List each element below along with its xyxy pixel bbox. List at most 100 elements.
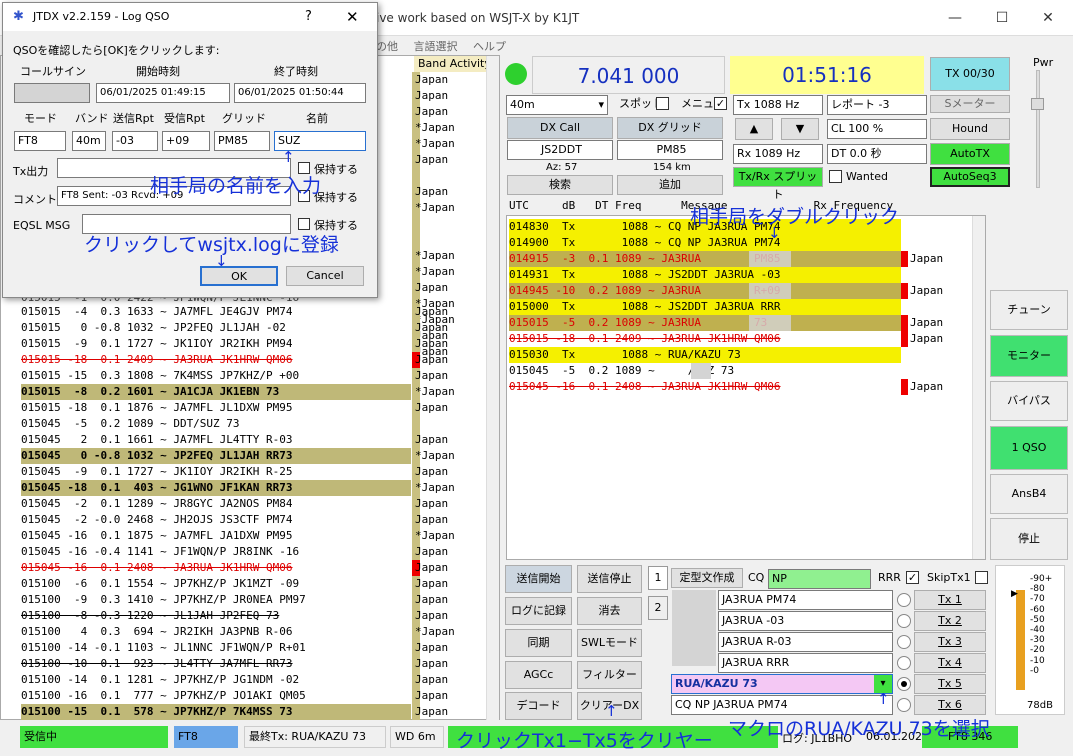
band-row[interactable]: 015100 -6 0.1 1554 ~ JP7KHZ/P JK1MZT -09 xyxy=(21,576,411,592)
maximize-icon[interactable]: ☐ xyxy=(987,6,1017,30)
keep-eqsl-checkbox[interactable] xyxy=(298,218,310,230)
tx-button[interactable]: Tx 2 xyxy=(914,611,986,631)
rx-row[interactable]: 014931 Tx 1088 ~ JS2DDT JA3RUA -03 xyxy=(509,267,901,283)
menu-item-other[interactable]: の他 xyxy=(376,40,398,53)
band-row[interactable]: 015015 0 -0.8 1032 ~ JP2FEQ JL1JAH -02 xyxy=(21,320,411,336)
rx-row[interactable]: 015045 -16 0.1 2408 ~ JA3RUA JK1HRW QM06 xyxy=(509,379,901,395)
band-row[interactable]: 015045 -2 0.1 1289 ~ JR8GYC JA2NOS PM84 xyxy=(21,496,411,512)
power-slider[interactable] xyxy=(1036,70,1040,188)
cancel-button[interactable]: Cancel xyxy=(286,266,364,286)
rcvd-rpt-field[interactable]: +09 xyxy=(162,131,210,151)
tx-radio[interactable] xyxy=(897,656,911,670)
tx-radio[interactable] xyxy=(897,593,911,607)
dx-call-button[interactable]: DX Call xyxy=(507,117,613,139)
tx-button[interactable]: Tx 3 xyxy=(914,632,986,652)
dt-spinbox[interactable]: DT 0.0 秒 xyxy=(827,144,927,164)
band-row[interactable]: 015100 -10 0.1 923 ~ JL4TTY JA7MFL RR73 xyxy=(21,656,411,672)
band-row[interactable]: 015015 -15 0.3 1808 ~ 7K4MSS JP7KHZ/P +0… xyxy=(21,368,411,384)
band-row[interactable]: 015100 -8 -0.3 1220 ~ JL1JAH JP2FEQ 73 xyxy=(21,608,411,624)
tune-button[interactable]: チューン xyxy=(990,290,1068,330)
band-row[interactable]: 015045 -18 0.1 403 ~ JG1WNO JF1KAN RR73 xyxy=(21,480,411,496)
log-qso-button[interactable]: ログに記録 xyxy=(505,597,572,625)
band-row[interactable]: 015100 -15 0.1 578 ~ JP7KHZ/P 7K4MSS 73 xyxy=(21,704,411,720)
minimize-icon[interactable]: — xyxy=(940,6,970,30)
decode-button[interactable]: デコード xyxy=(505,692,572,720)
callsign-field[interactable] xyxy=(14,83,90,103)
tx-radio[interactable] xyxy=(897,635,911,649)
rx-row[interactable]: 015030 Tx 1088 ~ RUA/KAZU 73 xyxy=(509,347,901,363)
tx-counter-button[interactable]: TX 00/30 xyxy=(930,57,1010,91)
one-qso-button[interactable]: 1 QSO xyxy=(990,426,1068,470)
tx-button[interactable]: Tx 5 xyxy=(914,674,986,694)
mode-field[interactable]: FT8 xyxy=(14,131,66,151)
filter-button[interactable]: フィルター xyxy=(577,661,642,689)
menu-item-language[interactable]: 言語選択 xyxy=(414,40,458,53)
band-row[interactable]: 015100 4 0.3 694 ~ JR2IKH JA3PNB R-06 xyxy=(21,624,411,640)
band-row[interactable]: 015100 -9 0.3 1410 ~ JP7KHZ/P JR0NEA PM9… xyxy=(21,592,411,608)
rx-row[interactable]: 015000 Tx 1088 ~ JS2DDT JA3RUA RRR xyxy=(509,299,901,315)
band-row[interactable]: 015045 -16 0.1 1875 ~ JA7MFL JA1DXW PM95 xyxy=(21,528,411,544)
band-row[interactable]: 015045 -2 -0.0 2468 ~ JH2OJS JS3CTF PM74 xyxy=(21,512,411,528)
bypass-button[interactable]: バイパス xyxy=(990,381,1068,421)
grid-field[interactable]: PM85 xyxy=(214,131,270,151)
tx-message-field[interactable]: JA3RUA -03 xyxy=(718,611,893,631)
band-row[interactable]: 015100 -16 0.1 777 ~ JP7KHZ/P JO1AKI QM0… xyxy=(21,688,411,704)
tx-radio[interactable] xyxy=(897,698,911,712)
start-time-field[interactable]: 06/01/2025 01:49:15 xyxy=(96,83,230,103)
band-select[interactable]: 40m ▾ xyxy=(506,95,608,115)
tx-message-field[interactable]: CQ NP JA3RUA PM74 xyxy=(671,695,893,715)
down-arrow-button[interactable]: ▼ xyxy=(781,118,819,140)
sent-rpt-field[interactable]: -03 xyxy=(112,131,158,151)
enable-tx-button[interactable]: 送信開始 xyxy=(505,565,572,593)
dx-grid-field[interactable]: PM85 xyxy=(617,140,723,160)
power-slider-handle[interactable] xyxy=(1031,98,1044,110)
band-row[interactable]: 015015 -8 0.2 1601 ~ JA1CJA JK1EBN 73 xyxy=(21,384,411,400)
band-row[interactable]: 015045 2 0.1 1661 ~ JA7MFL JL4TTY R-03 xyxy=(21,432,411,448)
tx-radio[interactable] xyxy=(897,614,911,628)
cq-field[interactable]: NP xyxy=(768,569,871,589)
cl-spinbox[interactable]: CL 100 % xyxy=(827,119,927,139)
rx-row[interactable]: 015015 -5 0.2 1089 ~ JA3RUA 73 xyxy=(509,315,901,331)
rx-row[interactable]: 014900 Tx 1088 ~ CQ NP JA3RUA PM74 xyxy=(509,235,901,251)
band-row[interactable]: 015015 -18 0.1 1876 ~ JA7MFL JL1DXW PM95 xyxy=(21,400,411,416)
band-row[interactable]: 015045 0 -0.8 1032 ~ JP2FEQ JL1JAH RR73 xyxy=(21,448,411,464)
txrx-split-button[interactable]: Tx/Rx スプリット xyxy=(733,167,823,201)
band-row[interactable]: 015015 -18 0.1 2409 ~ JA3RUA JK1HRW QM06 xyxy=(21,352,411,368)
rrr-checkbox[interactable]: ✓ xyxy=(906,571,919,584)
close-icon[interactable]: ✕ xyxy=(1033,6,1063,30)
tx-message-field[interactable]: RUA/KAZU 73 xyxy=(671,674,893,694)
band-row[interactable]: 015015 -9 0.1 1727 ~ JK1IOY JR2IKH PM94 xyxy=(21,336,411,352)
tx-message-field[interactable]: JA3RUA R-03 xyxy=(718,632,893,652)
swl-mode-button[interactable]: SWLモード xyxy=(577,629,642,657)
tx-button[interactable]: Tx 6 xyxy=(914,695,986,715)
tx-message-field[interactable]: JA3RUA PM74 xyxy=(718,590,893,610)
dx-call-field[interactable]: JS2DDT xyxy=(507,140,613,160)
lookup-button[interactable]: 検索 xyxy=(507,175,613,195)
report-spinbox[interactable]: レポート -3 xyxy=(827,95,927,115)
rx-pane-scrollbar[interactable] xyxy=(972,216,985,559)
halt-tx-button[interactable]: 停止 xyxy=(990,518,1068,560)
menu-item-help[interactable]: ヘルプ xyxy=(473,40,506,53)
halt-tx-bottom-button[interactable]: 送信停止 xyxy=(577,565,642,593)
rx-row[interactable]: 014915 -3 0.1 1089 ~ JA3RUA PM85 xyxy=(509,251,901,267)
agcc-button[interactable]: AGCc xyxy=(505,661,572,689)
tx-message-field[interactable]: JA3RUA RRR xyxy=(718,653,893,673)
generate-messages-button[interactable]: 定型文作成 xyxy=(671,568,743,588)
hound-button[interactable]: Hound xyxy=(930,118,1010,140)
ansb4-button[interactable]: AnsB4 xyxy=(990,474,1068,514)
rx-row[interactable]: 014945 -10 0.2 1089 ~ JA3RUA R+09 xyxy=(509,283,901,299)
band-row[interactable]: 015045 -16 0.1 2408 ~ JA3RUA JK1HRW QM06 xyxy=(21,560,411,576)
erase-button[interactable]: 消去 xyxy=(577,597,642,625)
tab-1[interactable]: 1 xyxy=(648,566,668,590)
autoseq-button[interactable]: AutoSeq3 xyxy=(930,167,1010,187)
band-row[interactable]: 015100 -14 0.1 1281 ~ JP7KHZ/P JG1NDM -0… xyxy=(21,672,411,688)
add-button[interactable]: 追加 xyxy=(617,175,723,195)
band-row[interactable]: 015045 -5 0.2 1089 ~ DDT/SUZ 73 xyxy=(21,416,411,432)
autotx-button[interactable]: AutoTX xyxy=(930,143,1010,165)
wanted-checkbox[interactable] xyxy=(829,170,842,183)
dialog-close-icon[interactable]: ✕ xyxy=(346,8,359,26)
rx-row[interactable]: 015015 -18 0.1 2409 ~ JA3RUA JK1HRW QM06 xyxy=(509,331,901,347)
sync-button[interactable]: 同期 xyxy=(505,629,572,657)
up-arrow-button[interactable]: ▲ xyxy=(735,118,773,140)
tx-button[interactable]: Tx 4 xyxy=(914,653,986,673)
